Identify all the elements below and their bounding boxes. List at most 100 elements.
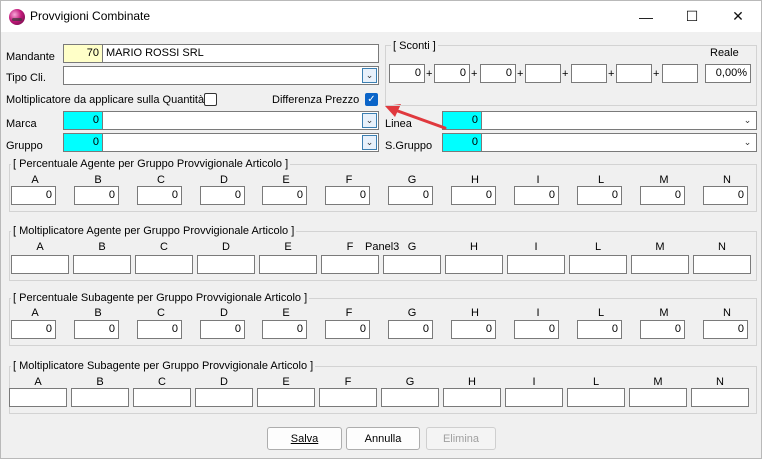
multiplier-field[interactable] xyxy=(197,255,255,274)
delete-button[interactable]: Elimina xyxy=(426,427,496,450)
column-letter: N xyxy=(718,241,726,253)
multiplier-field[interactable] xyxy=(195,388,253,407)
multiplier-field[interactable] xyxy=(445,255,503,274)
column-letter: I xyxy=(536,307,540,319)
differenza-prezzo-label: Differenza Prezzo xyxy=(272,94,360,106)
percent-field[interactable]: 0 xyxy=(577,186,622,205)
percent-field[interactable]: 0 xyxy=(200,186,245,205)
plus-sign: + xyxy=(608,68,615,80)
column-letter: L xyxy=(594,241,602,253)
multiplier-field[interactable] xyxy=(691,388,749,407)
chevron-down-icon[interactable]: ⌄ xyxy=(740,135,755,150)
marca-code-field[interactable]: 0 xyxy=(63,111,103,130)
multiplier-field[interactable] xyxy=(507,255,565,274)
percent-field[interactable]: 0 xyxy=(74,320,119,339)
sconto-field[interactable] xyxy=(662,64,698,83)
column-letter: H xyxy=(471,307,479,319)
multiplier-field[interactable] xyxy=(505,388,563,407)
save-button[interactable]: Salva xyxy=(267,427,342,450)
multiplier-field[interactable] xyxy=(443,388,501,407)
multiplier-field[interactable] xyxy=(259,255,317,274)
percent-field[interactable]: 0 xyxy=(137,320,182,339)
column-letter: L xyxy=(592,376,600,388)
multiplier-field[interactable] xyxy=(693,255,751,274)
sconto-field[interactable] xyxy=(525,64,561,83)
sconto-field[interactable] xyxy=(571,64,607,83)
multiplier-field[interactable] xyxy=(567,388,625,407)
gruppo-combo[interactable]: ⌄ xyxy=(102,133,379,152)
percent-field[interactable]: 0 xyxy=(262,186,307,205)
multiplier-field[interactable] xyxy=(71,388,129,407)
percent-field[interactable]: 0 xyxy=(514,186,559,205)
percent-field[interactable]: 0 xyxy=(640,320,685,339)
differenza-prezzo-checkbox[interactable]: ✓ xyxy=(365,93,378,106)
percent-field[interactable]: 0 xyxy=(11,186,56,205)
percent-field[interactable]: 0 xyxy=(74,186,119,205)
percent-field[interactable]: 0 xyxy=(640,186,685,205)
multiplier-field[interactable] xyxy=(629,388,687,407)
percent-field[interactable]: 0 xyxy=(703,320,748,339)
cancel-button-label: Annulla xyxy=(364,432,402,445)
sgruppo-code-field[interactable]: 0 xyxy=(442,133,482,152)
multiplier-field[interactable] xyxy=(257,388,315,407)
tipo-cli-label: Tipo Cli. xyxy=(6,72,46,84)
percent-field[interactable]: 0 xyxy=(325,186,370,205)
percent-field[interactable]: 0 xyxy=(514,320,559,339)
sconto-field[interactable] xyxy=(616,64,652,83)
percent-field[interactable]: 0 xyxy=(451,320,496,339)
linea-combo[interactable]: ⌄ xyxy=(481,111,757,130)
minimize-button[interactable]: — xyxy=(623,1,669,32)
multiplier-field[interactable] xyxy=(73,255,131,274)
cancel-button[interactable]: Annulla xyxy=(346,427,420,450)
multiplier-field[interactable] xyxy=(383,255,441,274)
plus-sign: + xyxy=(653,68,660,80)
molt-agente-title: [ Moltiplicatore Agente per Gruppo Provv… xyxy=(11,225,297,237)
column-letter: H xyxy=(468,376,476,388)
multiplier-field[interactable] xyxy=(569,255,627,274)
multiplier-field[interactable] xyxy=(135,255,193,274)
percent-field[interactable]: 0 xyxy=(451,186,496,205)
percent-field[interactable]: 0 xyxy=(388,186,433,205)
multiplier-field[interactable] xyxy=(381,388,439,407)
percent-field[interactable]: 0 xyxy=(703,186,748,205)
column-letter: H xyxy=(470,241,478,253)
percent-field[interactable]: 0 xyxy=(137,186,182,205)
maximize-button[interactable]: ☐ xyxy=(669,1,715,32)
percent-field[interactable]: 0 xyxy=(388,320,433,339)
multiplier-field[interactable] xyxy=(631,255,689,274)
column-letter: A xyxy=(31,307,39,319)
moltiplicatore-checkbox[interactable] xyxy=(204,93,217,106)
column-letter: B xyxy=(94,307,102,319)
percent-field[interactable]: 0 xyxy=(577,320,622,339)
chevron-down-icon[interactable]: ⌄ xyxy=(740,113,755,128)
perc-agente-title: [ Percentuale Agente per Gruppo Provvigi… xyxy=(11,158,291,170)
column-letter: G xyxy=(407,241,417,253)
sconto-field[interactable]: 0 xyxy=(434,64,470,83)
multiplier-field[interactable] xyxy=(11,255,69,274)
sgruppo-combo[interactable]: ⌄ xyxy=(481,133,757,152)
multiplier-field[interactable] xyxy=(133,388,191,407)
column-letter: C xyxy=(157,174,165,186)
gruppo-code-field[interactable]: 0 xyxy=(63,133,103,152)
close-button[interactable]: ✕ xyxy=(715,1,761,32)
tipo-cli-combo[interactable]: ⌄ xyxy=(63,66,379,85)
multiplier-field[interactable] xyxy=(9,388,67,407)
column-letter: D xyxy=(222,241,230,253)
chevron-down-icon[interactable]: ⌄ xyxy=(362,68,377,83)
multiplier-field[interactable] xyxy=(319,388,377,407)
chevron-down-icon[interactable]: ⌄ xyxy=(362,113,377,128)
multiplier-field[interactable] xyxy=(321,255,379,274)
sconto-field[interactable]: 0 xyxy=(480,64,516,83)
column-letter: E xyxy=(284,241,292,253)
mandante-code-field[interactable]: 70 xyxy=(63,44,103,63)
reale-field[interactable]: 0,00% xyxy=(705,64,751,83)
marca-combo[interactable]: ⌄ xyxy=(102,111,379,130)
mandante-name-field[interactable]: MARIO ROSSI SRL xyxy=(102,44,379,63)
percent-field[interactable]: 0 xyxy=(200,320,245,339)
sconto-field[interactable]: 0 xyxy=(389,64,425,83)
chevron-down-icon[interactable]: ⌄ xyxy=(362,135,377,150)
column-letter: D xyxy=(220,307,228,319)
percent-field[interactable]: 0 xyxy=(11,320,56,339)
percent-field[interactable]: 0 xyxy=(325,320,370,339)
percent-field[interactable]: 0 xyxy=(262,320,307,339)
